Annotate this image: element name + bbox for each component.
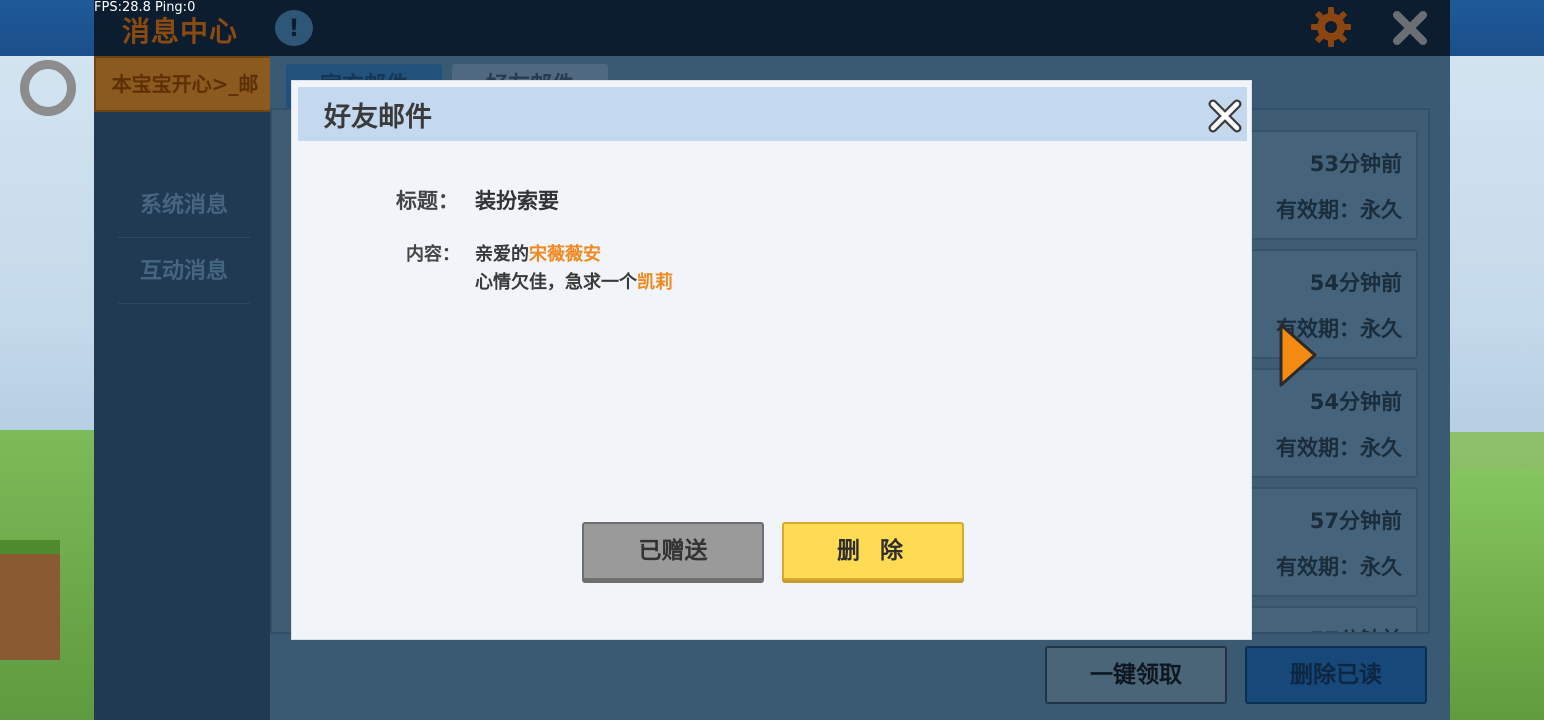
dirt-block xyxy=(0,540,60,660)
recipient-name: 宋薇薇安 xyxy=(529,244,601,265)
content-label: 内容： xyxy=(406,244,460,265)
joystick-ring-icon[interactable] xyxy=(20,60,76,116)
close-icon[interactable] xyxy=(1208,99,1242,133)
sidebar-item-friend-mail[interactable]: 本宝宝开心>_邮 xyxy=(94,56,276,112)
mail-validity: 有效期：永久 xyxy=(1276,555,1402,579)
message-center-header: 消息中心 ! xyxy=(94,0,1450,56)
friend-mail-dialog: 好友邮件 标题： 装扮索要 内容： 亲爱的宋薇薇安 心情欠佳，急求一个凯莉 已赠… xyxy=(291,80,1252,640)
sidebar-item-system-messages[interactable]: 系统消息 xyxy=(118,174,250,238)
request-text: 心情欠佳，急求一个 xyxy=(475,272,637,293)
next-page-arrow-icon[interactable] xyxy=(1278,322,1318,388)
grass-hill-right xyxy=(1434,470,1544,720)
mail-time: 53分钟前 xyxy=(1309,152,1402,176)
mail-time: 54分钟前 xyxy=(1309,271,1402,295)
mail-time: 57分钟前 xyxy=(1309,509,1402,533)
content-line-greeting: 亲爱的宋薇薇安 xyxy=(475,240,601,266)
sidebar-item-interaction-messages[interactable]: 互动消息 xyxy=(118,240,250,304)
mail-time: 54分钟前 xyxy=(1309,390,1402,414)
content-line-request: 心情欠佳，急求一个凯莉 xyxy=(475,268,673,294)
subject-label: 标题： xyxy=(396,189,459,213)
delete-button[interactable]: 删 除 xyxy=(782,522,964,580)
gear-icon[interactable] xyxy=(1310,6,1352,48)
delete-read-button[interactable]: 删除已读 xyxy=(1245,646,1427,704)
sent-button[interactable]: 已赠送 xyxy=(582,522,764,580)
fps-ping-readout: FPS:28.8 Ping:0 xyxy=(94,0,196,15)
message-sidebar xyxy=(94,56,270,720)
mail-validity: 有效期：永久 xyxy=(1276,436,1402,460)
dialog-title: 好友邮件 xyxy=(324,102,432,133)
message-center-title: 消息中心 xyxy=(122,15,239,48)
greeting-text: 亲爱的 xyxy=(475,244,529,265)
mail-time: 57分钟前 xyxy=(1310,624,1402,632)
mail-validity: 有效期：永久 xyxy=(1276,198,1402,222)
dialog-header: 好友邮件 xyxy=(298,87,1247,141)
subject-value: 装扮索要 xyxy=(475,189,559,213)
requested-item-name: 凯莉 xyxy=(637,272,673,293)
claim-all-button[interactable]: 一键领取 xyxy=(1045,646,1227,704)
info-icon[interactable]: ! xyxy=(275,10,313,46)
close-icon[interactable] xyxy=(1390,8,1430,48)
